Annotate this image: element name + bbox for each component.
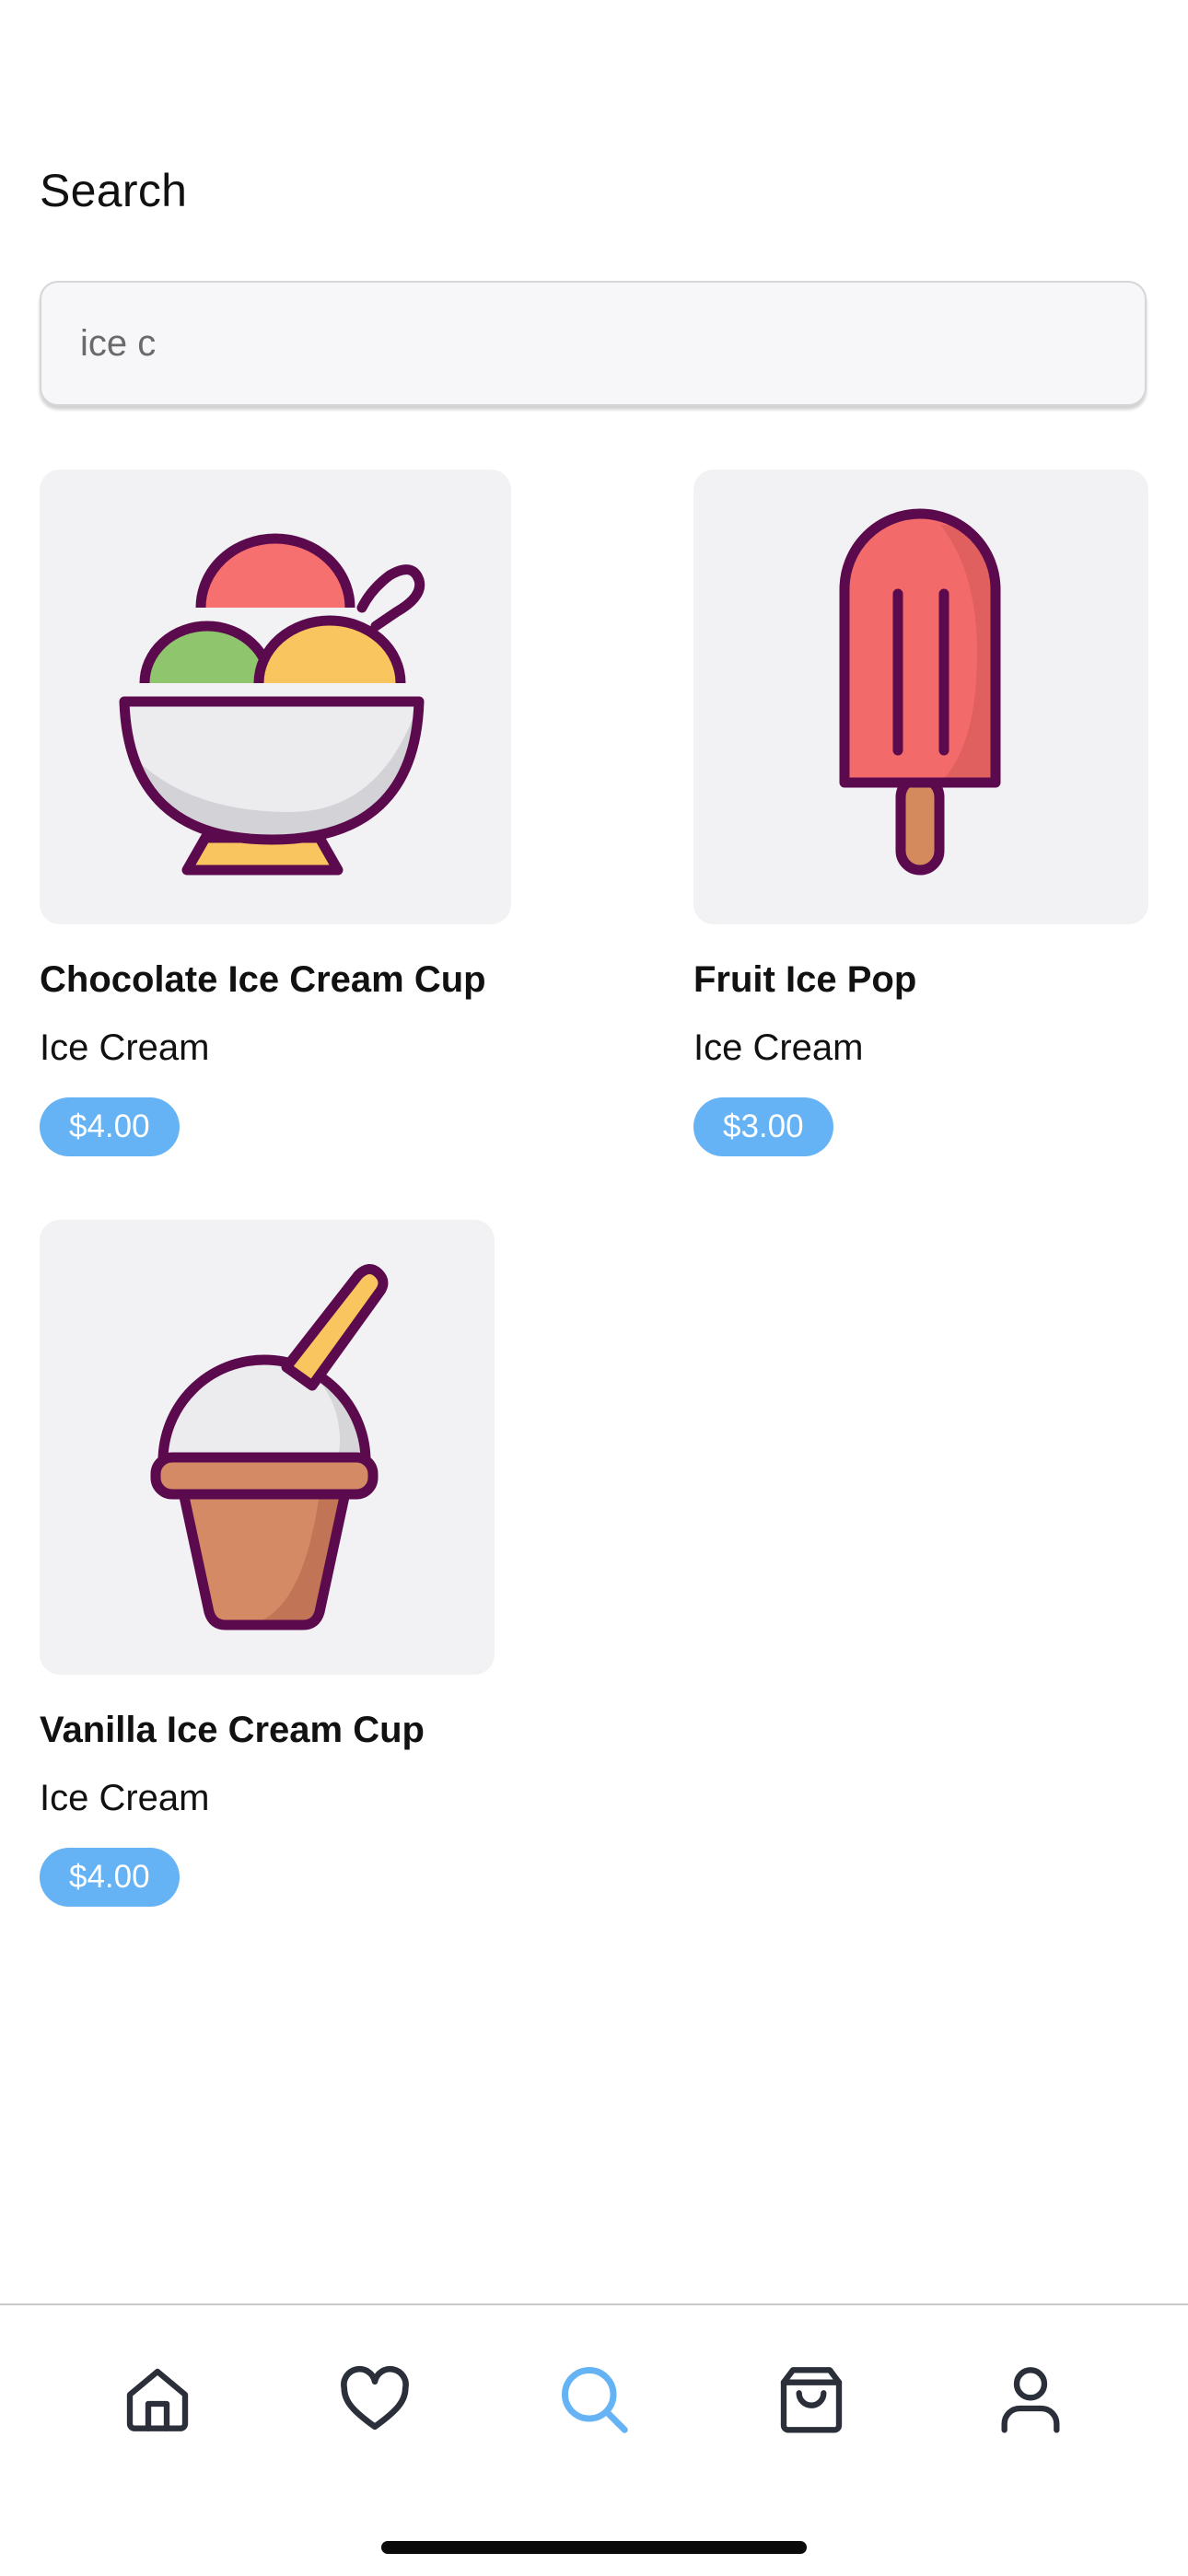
- search-field[interactable]: [40, 281, 1147, 406]
- tab-favorites[interactable]: [329, 2353, 421, 2445]
- heart-icon: [341, 2365, 409, 2431]
- product-name[interactable]: Fruit Ice Pop: [693, 959, 916, 1001]
- ice-pop-icon: [839, 508, 1001, 876]
- product-name[interactable]: Chocolate Ice Cream Cup: [40, 959, 486, 1001]
- product-name[interactable]: Vanilla Ice Cream Cup: [40, 1710, 425, 1751]
- tab-home[interactable]: [111, 2353, 204, 2445]
- product-card[interactable]: Vanilla Ice Cream Cup Ice Cream $4.00: [40, 1220, 495, 1910]
- product-image[interactable]: [40, 470, 511, 924]
- price-badge: $3.00: [693, 1097, 833, 1156]
- price-badge: $4.00: [40, 1097, 180, 1156]
- product-card[interactable]: Chocolate Ice Cream Cup Ice Cream $4.00: [40, 470, 511, 1160]
- search-icon: [562, 2367, 628, 2433]
- product-category: Ice Cream: [693, 1027, 864, 1068]
- ice-cream-bowl-icon: [119, 533, 425, 876]
- tab-profile[interactable]: [984, 2353, 1077, 2445]
- product-image[interactable]: [693, 470, 1148, 924]
- page-title: Search: [40, 165, 188, 216]
- bottom-tab-bar: [0, 2303, 1188, 2576]
- product-image[interactable]: [40, 1220, 495, 1675]
- shopping-bag-icon: [780, 2367, 843, 2433]
- product-category: Ice Cream: [40, 1778, 210, 1818]
- tab-cart[interactable]: [765, 2353, 857, 2445]
- home-indicator: [381, 2541, 807, 2554]
- ice-cream-cup-icon: [150, 1264, 389, 1630]
- search-input[interactable]: [80, 283, 1093, 404]
- product-category: Ice Cream: [40, 1027, 210, 1068]
- home-icon: [126, 2368, 189, 2431]
- price-badge: $4.00: [40, 1848, 180, 1907]
- tab-search[interactable]: [548, 2353, 640, 2445]
- user-icon: [1001, 2367, 1060, 2433]
- product-card[interactable]: Fruit Ice Pop Ice Cream $3.00: [693, 470, 1148, 1160]
